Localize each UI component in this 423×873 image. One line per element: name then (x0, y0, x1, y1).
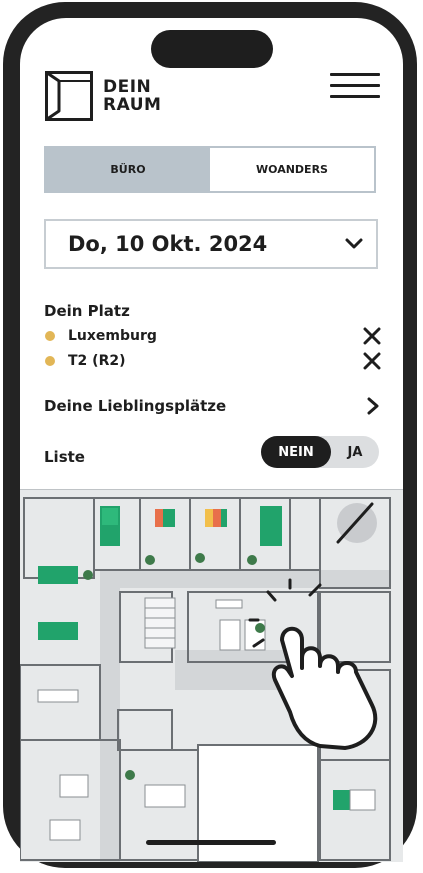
floor-plan-map[interactable] (20, 489, 403, 862)
list-toggle[interactable]: NEIN JA (261, 436, 379, 468)
list-label: Liste (44, 448, 85, 466)
toggle-option-nein[interactable]: NEIN (261, 436, 331, 468)
chevron-right-icon (367, 397, 379, 415)
date-value: Do, 10 Okt. 2024 (68, 232, 268, 256)
toggle-option-ja[interactable]: JA (331, 436, 379, 468)
place-name: Luxemburg (68, 328, 157, 344)
close-icon[interactable] (363, 352, 381, 370)
menu-bar (330, 95, 380, 98)
brand-line-1: DEIN (103, 77, 152, 97)
floor-plan-drawing (20, 490, 403, 862)
hamburger-menu-icon[interactable] (330, 73, 380, 101)
brand-line-2: RAUM (103, 95, 162, 115)
menu-bar (330, 84, 380, 87)
favorites-link[interactable]: Deine Lieblingsplätze (44, 397, 380, 415)
tab-woanders[interactable]: WOANDERS (210, 148, 374, 191)
menu-bar (330, 73, 380, 76)
dynamic-island (151, 30, 273, 68)
logo-mark-icon (45, 71, 93, 121)
no-location-icon (336, 502, 377, 544)
chevron-down-icon (345, 238, 363, 249)
favorites-label: Deine Lieblingsplätze (44, 397, 227, 415)
my-place-title: Dein Platz (44, 302, 130, 320)
tab-buero[interactable]: BÜRO (46, 148, 210, 191)
brand-logo[interactable]: DEIN RAUM (45, 71, 161, 121)
close-icon[interactable] (363, 327, 381, 345)
my-place-item: T2 (R2) (45, 352, 381, 370)
status-dot (45, 331, 55, 341)
location-mode-tabs: BÜRO WOANDERS (44, 146, 376, 193)
brand-name: DEIN RAUM (103, 78, 161, 114)
date-select[interactable]: Do, 10 Okt. 2024 (44, 219, 378, 269)
my-place-item: Luxemburg (45, 327, 381, 345)
home-indicator (146, 840, 276, 845)
place-name: T2 (R2) (68, 353, 126, 369)
status-dot (45, 356, 55, 366)
